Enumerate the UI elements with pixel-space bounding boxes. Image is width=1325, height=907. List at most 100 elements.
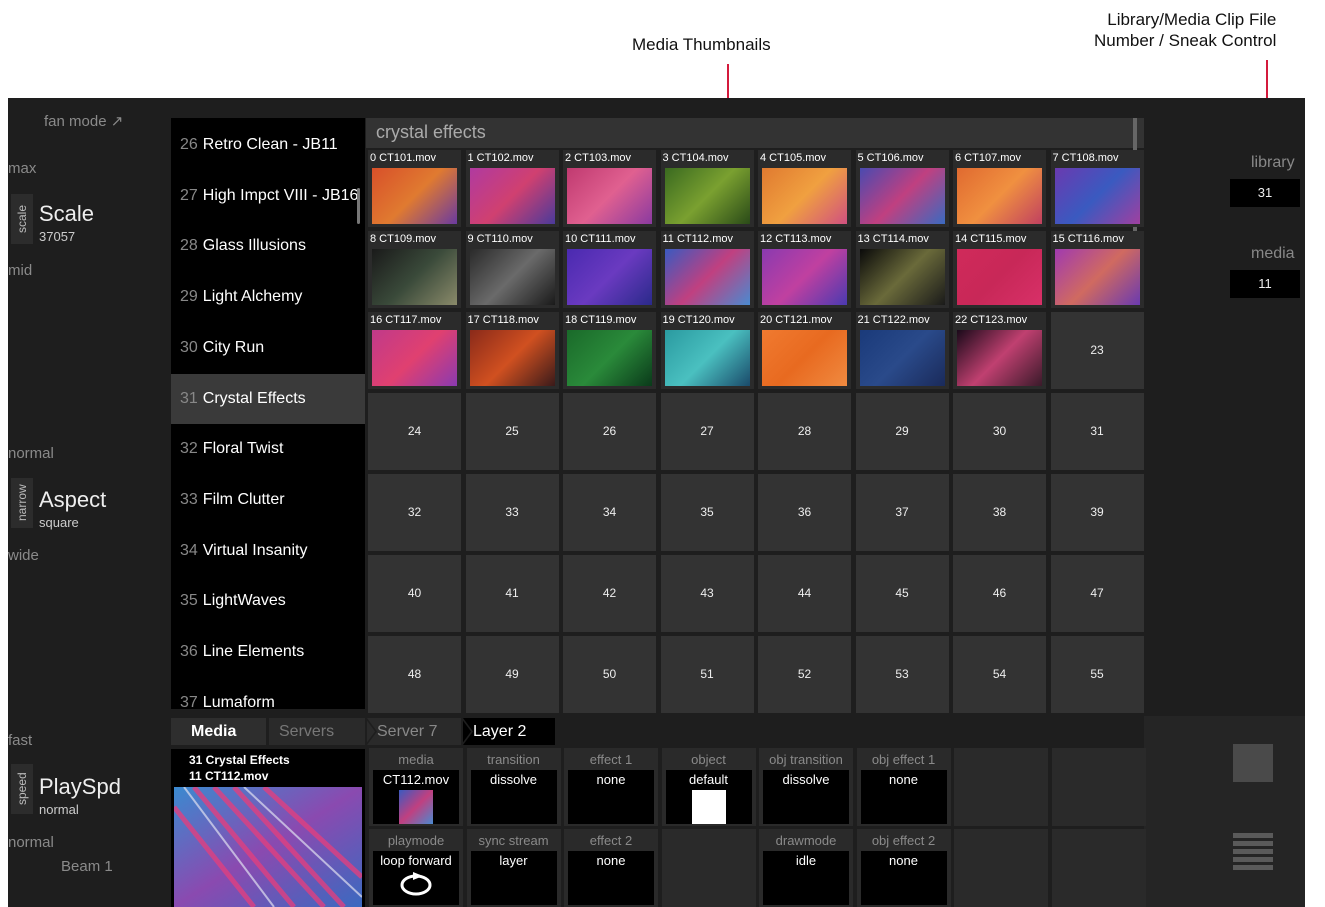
media-slot[interactable]: 53 [855,636,949,713]
media-slot[interactable]: 39 [1050,474,1144,551]
media-slot[interactable]: 38 [953,474,1046,551]
media-slot[interactable]: 23 [1050,312,1144,389]
library-item[interactable]: 26 Retro Clean - JB11 [171,120,365,170]
param-value[interactable]: CT112.mov [373,770,459,824]
media-slot[interactable]: 32 [368,474,461,551]
media-thumbnail[interactable]: 22 CT123.mov [953,312,1046,389]
param-cell[interactable]: effect 2 none [564,829,658,907]
library-list[interactable]: 26 Retro Clean - JB11 27 High Impct VIII - … [171,118,365,709]
media-slot[interactable]: 35 [660,474,754,551]
param-cell[interactable]: effect 1 none [564,748,658,826]
media-thumbnail[interactable]: 4 CT105.mov [758,150,851,227]
media-slot[interactable]: 25 [465,393,559,470]
media-thumbnail[interactable]: 5 CT106.mov [855,150,949,227]
media-thumbnail[interactable]: 15 CT116.mov [1050,231,1144,308]
media-thumbnail[interactable]: 12 CT113.mov [758,231,851,308]
media-thumbnail[interactable]: 16 CT117.mov [368,312,461,389]
library-number-field[interactable]: 31 [1230,179,1300,207]
library-item[interactable]: 34 Virtual Insanity [171,526,365,576]
media-thumbnail[interactable]: 10 CT111.mov [563,231,656,308]
param-value[interactable]: none [860,851,947,905]
media-thumbnail[interactable]: 21 CT122.mov [855,312,949,389]
media-slot[interactable]: 47 [1050,555,1144,632]
media-slot[interactable]: 51 [660,636,754,713]
media-slot[interactable]: 44 [758,555,851,632]
media-slot[interactable]: 48 [368,636,461,713]
param-value[interactable]: dissolve [470,770,557,824]
media-thumbnail[interactable]: 0 CT101.mov [368,150,461,227]
media-thumbnail[interactable]: 2 CT103.mov [563,150,656,227]
media-slot[interactable]: 33 [465,474,559,551]
param-value[interactable]: dissolve [763,770,849,824]
library-item[interactable]: 31 Crystal Effects [171,373,365,424]
media-slot[interactable]: 28 [758,393,851,470]
media-thumbnail[interactable]: 8 CT109.mov [368,231,461,308]
library-item[interactable]: 37 Lumaform [171,678,365,709]
media-slot[interactable]: 41 [465,555,559,632]
param-value[interactable]: idle [763,851,849,905]
menu-icon[interactable] [1233,833,1273,873]
media-thumbnail[interactable]: 3 CT104.mov [660,150,754,227]
media-slot[interactable]: 43 [660,555,754,632]
fan-mode-toggle[interactable]: fan mode ↗ [44,112,123,130]
media-slot[interactable]: 29 [855,393,949,470]
media-thumbnail[interactable]: 1 CT102.mov [465,150,559,227]
media-slot[interactable]: 27 [660,393,754,470]
media-thumbnail[interactable]: 7 CT108.mov [1050,150,1144,227]
media-slot[interactable]: 36 [758,474,851,551]
playspd-control[interactable]: speed PlaySpd normal [8,760,168,820]
library-item[interactable]: 28 Glass Illusions [171,221,365,271]
media-slot[interactable]: 40 [368,555,461,632]
media-slot[interactable]: 37 [855,474,949,551]
stop-square-icon[interactable] [1233,744,1273,782]
media-number-field[interactable]: 11 [1230,270,1300,298]
media-thumbnail[interactable]: 19 CT120.mov [660,312,754,389]
library-scrollbar[interactable] [357,188,360,224]
param-value[interactable]: none [568,851,654,905]
param-cell[interactable]: drawmode idle [759,829,853,907]
library-item[interactable]: 32 Floral Twist [171,424,365,474]
param-value[interactable]: loop forward [373,851,459,905]
param-cell[interactable]: obj effect 1 none [856,748,951,826]
media-thumbnail[interactable]: 17 CT118.mov [465,312,559,389]
media-slot[interactable]: 54 [953,636,1046,713]
media-thumbnail[interactable]: 6 CT107.mov [953,150,1046,227]
library-item[interactable]: 27 High Impct VIII - JB16 [171,171,365,221]
param-value[interactable]: none [860,770,947,824]
media-slot[interactable]: 52 [758,636,851,713]
media-slot[interactable]: 49 [465,636,559,713]
library-item[interactable]: 33 Film Clutter [171,475,365,525]
param-cell[interactable]: obj transition dissolve [759,748,853,826]
media-slot[interactable]: 46 [953,555,1046,632]
media-slot[interactable]: 26 [563,393,656,470]
media-thumbnail[interactable]: 14 CT115.mov [953,231,1046,308]
param-value[interactable]: layer [470,851,557,905]
param-value[interactable]: none [568,770,654,824]
param-cell[interactable]: media CT112.mov [369,748,463,826]
media-slot[interactable]: 50 [563,636,656,713]
library-item[interactable]: 30 City Run [171,323,365,373]
media-slot[interactable]: 34 [563,474,656,551]
library-item[interactable]: 29 Light Alchemy [171,272,365,322]
media-thumbnail[interactable]: 20 CT121.mov [758,312,851,389]
media-slot[interactable]: 24 [368,393,461,470]
media-thumbnail[interactable]: 11 CT112.mov [660,231,754,308]
media-slot[interactable]: 31 [1050,393,1144,470]
media-thumbnail[interactable]: 9 CT110.mov [465,231,559,308]
library-item[interactable]: 35 LightWaves [171,576,365,626]
media-slot[interactable]: 42 [563,555,656,632]
scale-control[interactable]: scale Scale 37057 [8,190,168,250]
media-thumbnail[interactable]: 13 CT114.mov [855,231,949,308]
param-cell[interactable]: transition dissolve [466,748,561,826]
param-value[interactable]: default [665,770,752,824]
param-cell[interactable]: object default [661,748,756,826]
media-slot[interactable]: 55 [1050,636,1144,713]
media-slot[interactable]: 45 [855,555,949,632]
param-cell[interactable]: sync stream layer [466,829,561,907]
media-thumbnail[interactable]: 18 CT119.mov [563,312,656,389]
param-cell[interactable]: obj effect 2 none [856,829,951,907]
aspect-control[interactable]: narrow Aspect square [8,474,168,534]
media-slot[interactable]: 30 [953,393,1046,470]
beam-label[interactable]: Beam 1 [61,858,113,875]
library-item[interactable]: 36 Line Elements [171,627,365,677]
